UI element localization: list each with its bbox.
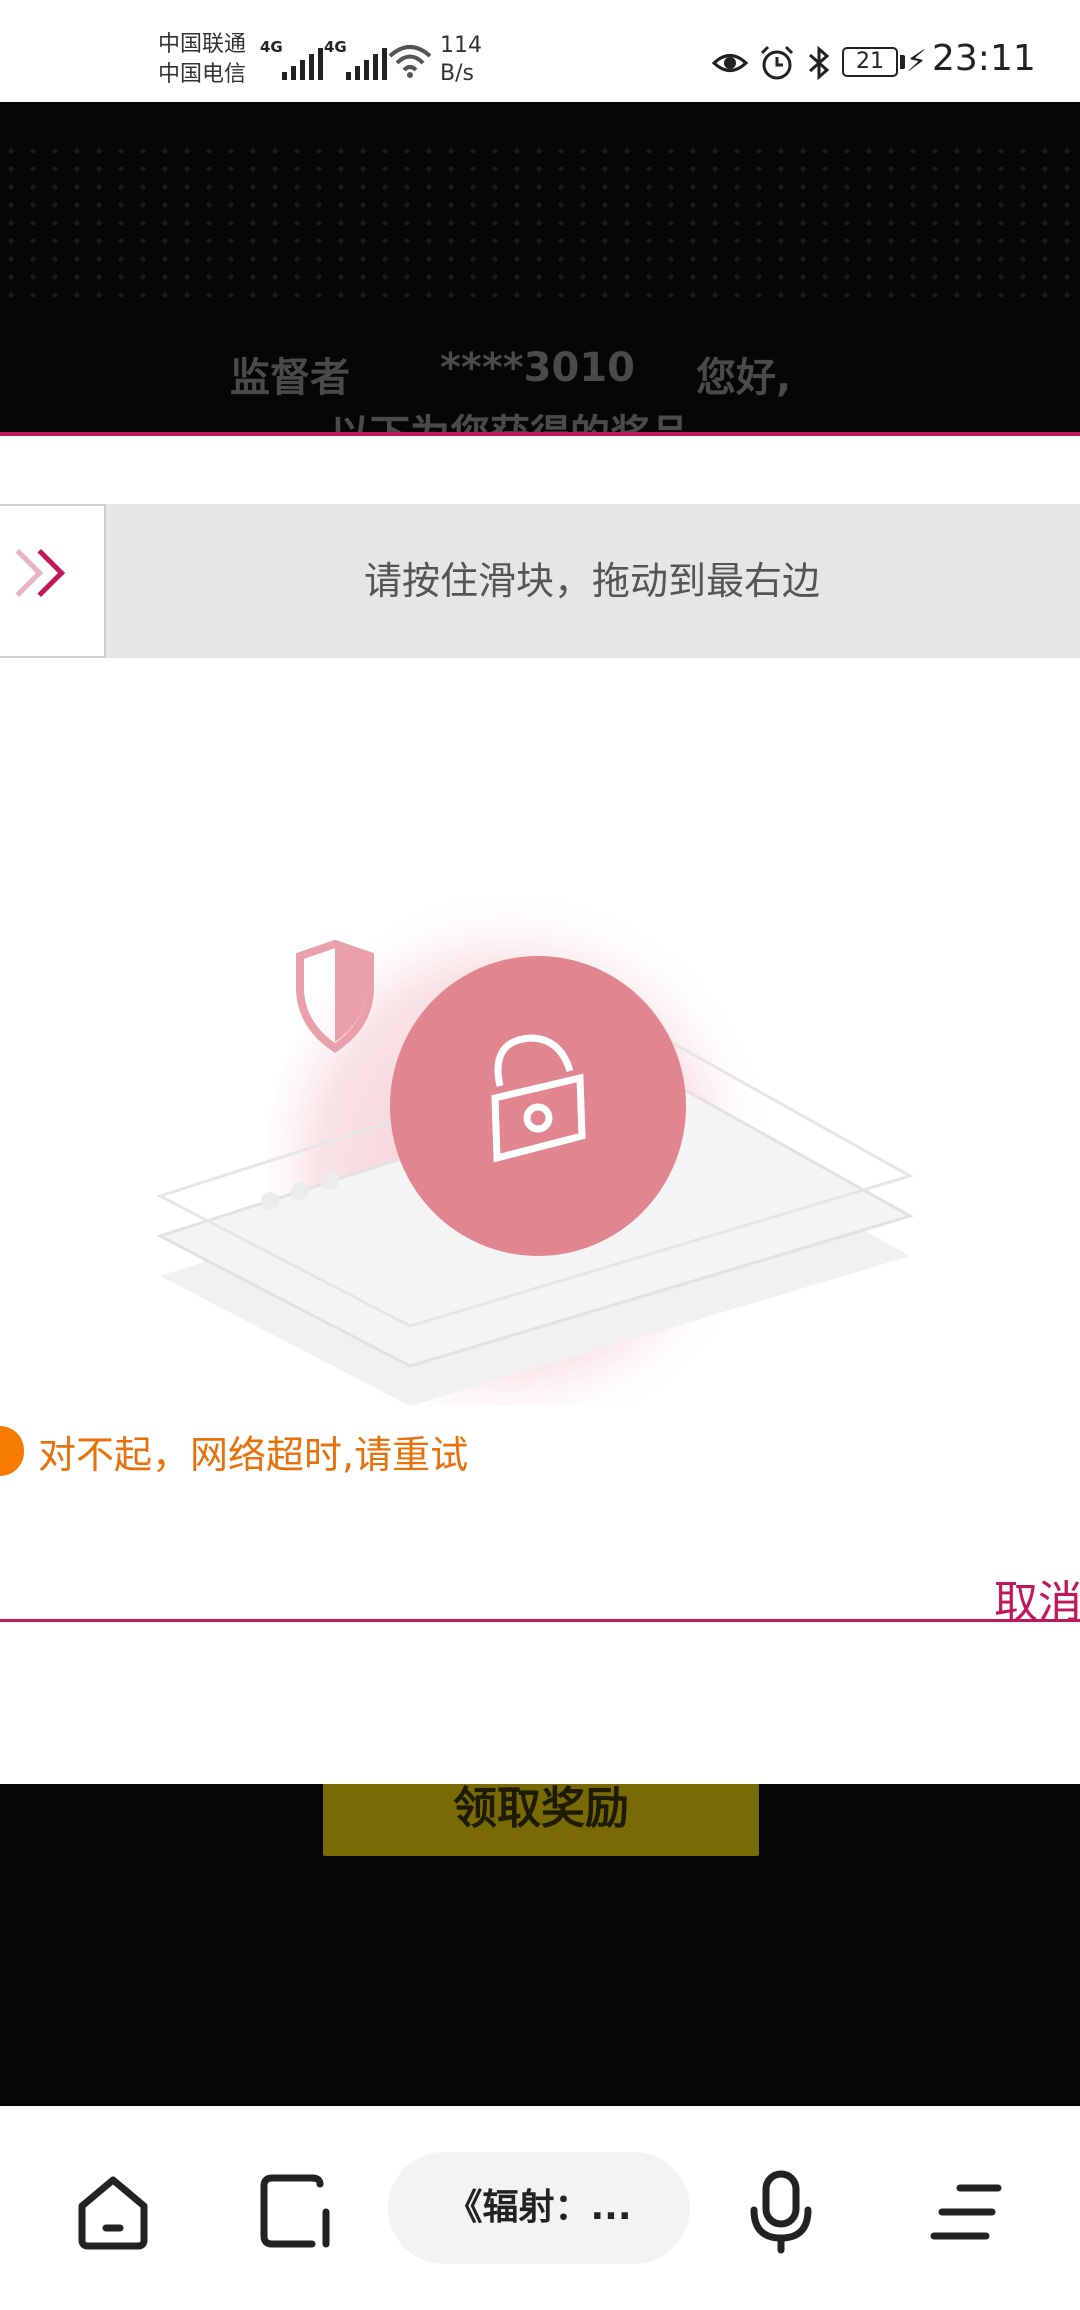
background-page-footer: 领取奖励 (0, 1784, 1080, 2106)
decorative-pattern (0, 142, 1080, 302)
microphone-icon[interactable] (736, 2166, 826, 2256)
network-speed: 114 B/s (440, 32, 482, 88)
menu-icon[interactable] (920, 2166, 1010, 2256)
error-text: 对不起，网络超时,请重试 (38, 1432, 469, 1477)
captcha-dialog: 请按住滑块，拖动到最右边 对不起，网络超时,请重试 取消 (0, 436, 1080, 1784)
page-title-pill[interactable]: 《辐射：... (388, 2152, 690, 2264)
alarm-icon (760, 45, 794, 80)
carrier-1: 中国联通 (158, 32, 247, 57)
background-page-header: 监督者 ****3010 您好, 以下为您获得的奖品 (0, 102, 1080, 434)
slider-hint: 请按住滑块，拖动到最右边 (363, 559, 820, 603)
error-message: 对不起，网络超时,请重试 (0, 1421, 468, 1481)
slider-handle[interactable] (0, 504, 106, 658)
error-icon (0, 1426, 24, 1476)
claim-reward-button[interactable]: 领取奖励 (323, 1784, 759, 1856)
battery-tip (900, 55, 905, 69)
clock: 23:11 (932, 38, 1036, 79)
unlock-illustration (156, 886, 914, 1406)
browser-toolbar: 《辐射：... (0, 2106, 1080, 2310)
greeting-subtitle: 以下为您获得的奖品 (330, 402, 690, 434)
network-type-2: 4G (324, 38, 347, 56)
wifi-icon (388, 45, 432, 78)
slider-track[interactable]: 请按住滑块，拖动到最右边 (0, 504, 1080, 658)
network-speed-value: 114 (440, 33, 482, 58)
network-type-1: 4G (260, 38, 283, 56)
signal-icon: 4G (324, 38, 387, 80)
dialog-bottom-border (0, 1619, 1080, 1622)
signal-icon: 4G (260, 38, 323, 80)
battery-icon: 21 (842, 47, 898, 77)
carrier-names: 中国联通 中国电信 (158, 30, 246, 90)
greeting-hello: 您好, (696, 355, 792, 401)
greeting-role: 监督者 (230, 355, 350, 401)
bluetooth-icon (809, 45, 830, 81)
home-icon[interactable] (68, 2166, 158, 2256)
network-speed-unit: B/s (440, 61, 474, 86)
status-bar: 中国联通 中国电信 4G 4G 114 B/s 21 ⚡ 23:11 (0, 0, 1080, 102)
greeting-account: ****3010 (440, 345, 635, 391)
charging-icon: ⚡ (906, 44, 928, 79)
carrier-2: 中国电信 (158, 62, 247, 87)
eye-icon (711, 54, 749, 72)
tabs-icon[interactable] (250, 2166, 340, 2256)
